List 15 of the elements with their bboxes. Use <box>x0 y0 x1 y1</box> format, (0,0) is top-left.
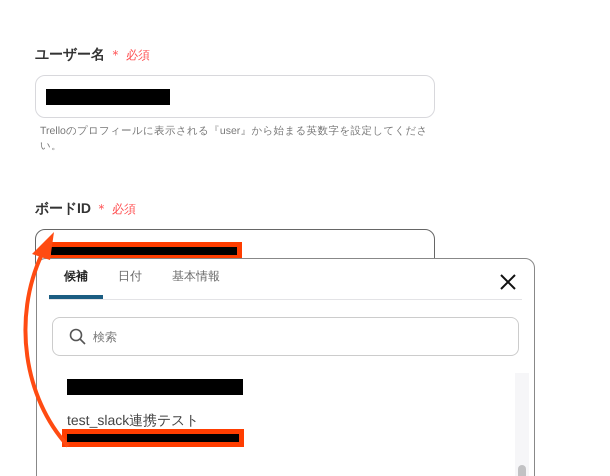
tab[interactable]: 基本情報 <box>157 267 235 299</box>
scrollbar[interactable] <box>515 373 529 476</box>
required-asterisk: ＊ <box>109 46 122 64</box>
field-label: ユーザー名 <box>35 45 105 64</box>
required-label: 必須 <box>126 46 150 64</box>
close-icon[interactable] <box>500 274 516 290</box>
tab[interactable]: 日付 <box>103 267 157 299</box>
tab[interactable]: 候補 <box>49 267 103 299</box>
field-label: ボードID <box>35 199 91 218</box>
help-text: Trelloのプロフィールに表示される『user』から始まる英数字を設定してください。 <box>39 124 428 154</box>
list-option[interactable]: test_slack連携テスト <box>67 411 515 429</box>
search-field[interactable]: 検索 <box>52 317 519 356</box>
required-label: 必須 <box>112 200 136 218</box>
required-asterisk: ＊ <box>95 200 108 218</box>
search-icon <box>69 328 86 345</box>
